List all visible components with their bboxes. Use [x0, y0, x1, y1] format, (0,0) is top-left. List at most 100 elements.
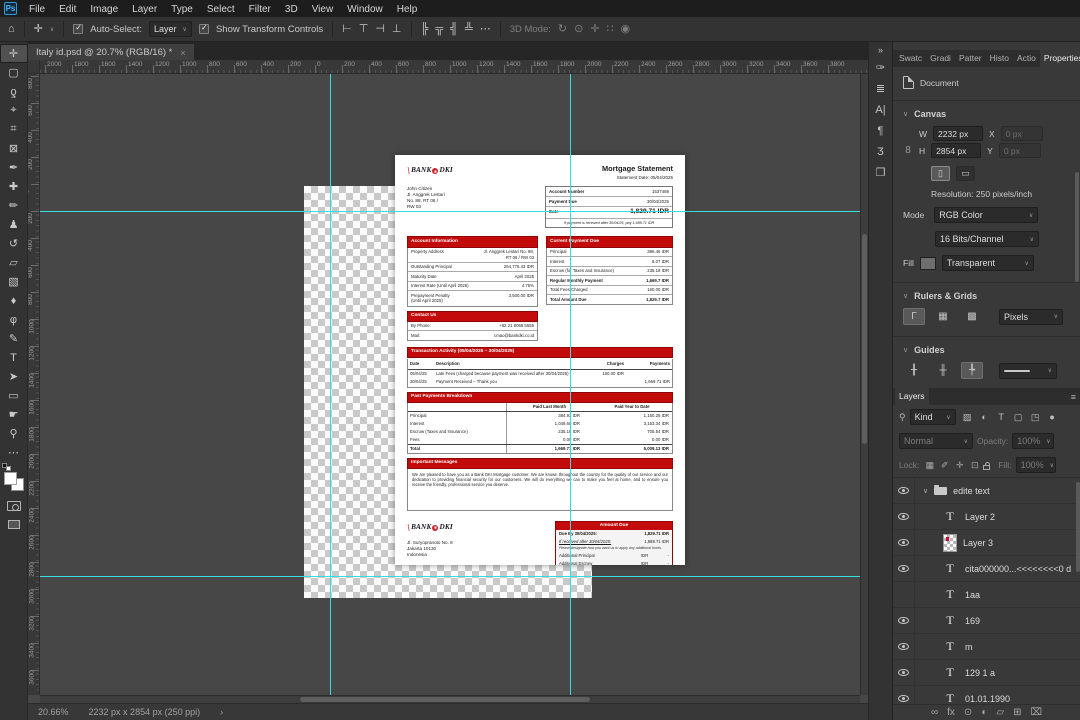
menu-select[interactable]: Select: [200, 4, 242, 15]
brush-settings-icon[interactable]: ✑: [869, 57, 893, 78]
color-swatches[interactable]: [1, 463, 24, 491]
layer-visibility-toggle[interactable]: [893, 581, 915, 608]
clear-guides-button[interactable]: ╄: [961, 362, 983, 379]
paragraph-panel-icon[interactable]: ¶: [869, 120, 893, 141]
tab-layers[interactable]: Layers: [895, 388, 929, 405]
menu-image[interactable]: Image: [83, 4, 125, 15]
fill-dropdown[interactable]: Transparent ∨: [941, 255, 1034, 271]
link-layers-icon[interactable]: ∞: [931, 707, 938, 718]
bit-depth-dropdown[interactable]: 16 Bits/Channel ∨: [935, 231, 1039, 247]
menu-help[interactable]: Help: [390, 4, 425, 15]
dodge-tool[interactable]: φ: [0, 310, 28, 329]
move-tool[interactable]: ✛: [0, 44, 28, 63]
3d-pan-icon[interactable]: ✛: [590, 23, 599, 35]
canvas-section-header[interactable]: ∨ Canvas: [893, 101, 1080, 122]
menu-edit[interactable]: Edit: [52, 4, 83, 15]
path-selection-tool[interactable]: ➤: [0, 367, 28, 386]
horizontal-scrollbar[interactable]: [40, 695, 860, 703]
menu-view[interactable]: View: [305, 4, 341, 15]
panel-menu-icon[interactable]: ≡: [1071, 392, 1080, 402]
horizontal-guide[interactable]: [40, 576, 860, 577]
layer-visibility-toggle[interactable]: [893, 478, 915, 504]
3d-camera-icon[interactable]: ◉: [621, 23, 631, 35]
default-background-swatch[interactable]: [5, 466, 11, 471]
layer-row[interactable]: Tm: [893, 633, 1080, 660]
lock-transparency-icon[interactable]: ▦: [923, 459, 936, 472]
link-dimensions-icon[interactable]: 8: [903, 145, 913, 156]
crop-tool[interactable]: ⌗: [0, 120, 28, 139]
layer-row[interactable]: T Layer 2: [893, 503, 1080, 530]
hand-tool[interactable]: ☛: [0, 405, 28, 424]
vertical-ruler[interactable]: 8006004002000200400600800100012001400160…: [28, 74, 40, 695]
auto-select-checkbox[interactable]: [73, 23, 84, 34]
guide-layout-button[interactable]: ╫: [932, 362, 954, 379]
show-transform-checkbox[interactable]: [198, 23, 209, 34]
delete-layer-icon[interactable]: ⌧: [1030, 707, 1042, 718]
lock-artboard-icon[interactable]: ⊡: [968, 459, 981, 472]
3d-orbit-icon[interactable]: ↻: [558, 23, 567, 35]
3d-slide-icon[interactable]: ∷: [607, 23, 614, 35]
layer-mask-icon[interactable]: ⊙: [964, 707, 972, 718]
panel-tab-histo[interactable]: Histo: [986, 50, 1013, 67]
grid-toggle-button[interactable]: ▦: [932, 308, 954, 325]
filter-pixel-layers-icon[interactable]: ▨: [960, 411, 975, 424]
vertical-guide[interactable]: [570, 74, 571, 695]
guides-section-header[interactable]: ∨ Guides: [893, 337, 1080, 358]
portrait-orientation-button[interactable]: ▯: [931, 166, 950, 181]
menu-3d[interactable]: 3D: [278, 4, 305, 15]
glyphs-panel-icon[interactable]: Ӡ: [869, 141, 893, 162]
new-layer-icon[interactable]: ⊞: [1013, 707, 1021, 718]
home-icon[interactable]: ⌂: [8, 23, 15, 35]
panel-tab-swatc[interactable]: Swatc: [895, 50, 926, 67]
foreground-color-swatch[interactable]: [3, 472, 17, 485]
layer-row[interactable]: T 169: [893, 607, 1080, 634]
zoom-level[interactable]: 20.66%: [38, 707, 69, 717]
type-tool[interactable]: T: [0, 348, 28, 367]
horizontal-guide[interactable]: [40, 211, 860, 212]
layer-visibility-toggle[interactable]: [893, 529, 915, 556]
filter-adjustment-layers-icon[interactable]: ◐: [977, 411, 992, 424]
document-tab[interactable]: Italy id.psd @ 20.7% (RGB/16) * ×: [28, 43, 194, 62]
landscape-orientation-button[interactable]: ▭: [956, 166, 975, 181]
distribute-top-icon[interactable]: ╦: [435, 23, 443, 35]
layer-row[interactable]: Tcita000000...<<<<<<<<0 d: [893, 555, 1080, 582]
history-brush-tool[interactable]: ↺: [0, 234, 28, 253]
distribute-bottom-icon[interactable]: ╩: [465, 23, 473, 35]
layer-row[interactable]: T 01.01.1990: [893, 685, 1080, 704]
panel-tab-actio[interactable]: Actio: [1013, 50, 1040, 67]
guide-style-dropdown[interactable]: ∨: [999, 362, 1057, 379]
auto-select-dropdown[interactable]: Layer ∨: [149, 21, 192, 37]
color-mode-dropdown[interactable]: RGB Color ∨: [934, 207, 1039, 223]
panel-scrollbar[interactable]: [1075, 172, 1079, 282]
layer-effects-icon[interactable]: fx: [947, 707, 955, 718]
layer-row[interactable]: Layer 3: [893, 529, 1080, 556]
fill-swatch[interactable]: [919, 256, 936, 270]
layer-row[interactable]: T 129 1 a: [893, 659, 1080, 686]
distribute-right-icon[interactable]: ╣: [450, 23, 458, 35]
layer-row[interactable]: T 1aa: [893, 581, 1080, 608]
vertical-scrollbar[interactable]: [860, 74, 868, 695]
lasso-tool[interactable]: ƍ: [0, 82, 28, 101]
layer-visibility-toggle[interactable]: [893, 659, 915, 686]
frame-tool[interactable]: ⊠: [0, 139, 28, 158]
gradient-tool[interactable]: ▧: [0, 272, 28, 291]
align-center-h-icon[interactable]: ⊤: [359, 23, 369, 35]
new-guide-button[interactable]: ╂: [903, 362, 925, 379]
healing-brush-tool[interactable]: ✚: [0, 177, 28, 196]
adjustment-layer-icon[interactable]: ◐: [981, 707, 987, 718]
lock-pixels-icon[interactable]: ✐: [938, 459, 951, 472]
lock-all-icon[interactable]: [983, 461, 991, 470]
pen-tool[interactable]: ✎: [0, 329, 28, 348]
close-icon[interactable]: ×: [180, 48, 185, 58]
width-field[interactable]: 2232 px: [933, 126, 984, 141]
screen-mode-button[interactable]: [7, 520, 20, 529]
ruler-toggle-button[interactable]: Γ: [903, 308, 925, 325]
eraser-tool[interactable]: ▱: [0, 253, 28, 272]
layer-visibility-toggle[interactable]: [893, 607, 915, 634]
vertical-guide[interactable]: [330, 74, 331, 695]
marquee-tool[interactable]: ▢: [0, 63, 28, 82]
menu-type[interactable]: Type: [164, 4, 200, 15]
menu-filter[interactable]: Filter: [242, 4, 278, 15]
height-field[interactable]: 2854 px: [931, 143, 982, 158]
quick-mask-button[interactable]: [6, 501, 21, 511]
